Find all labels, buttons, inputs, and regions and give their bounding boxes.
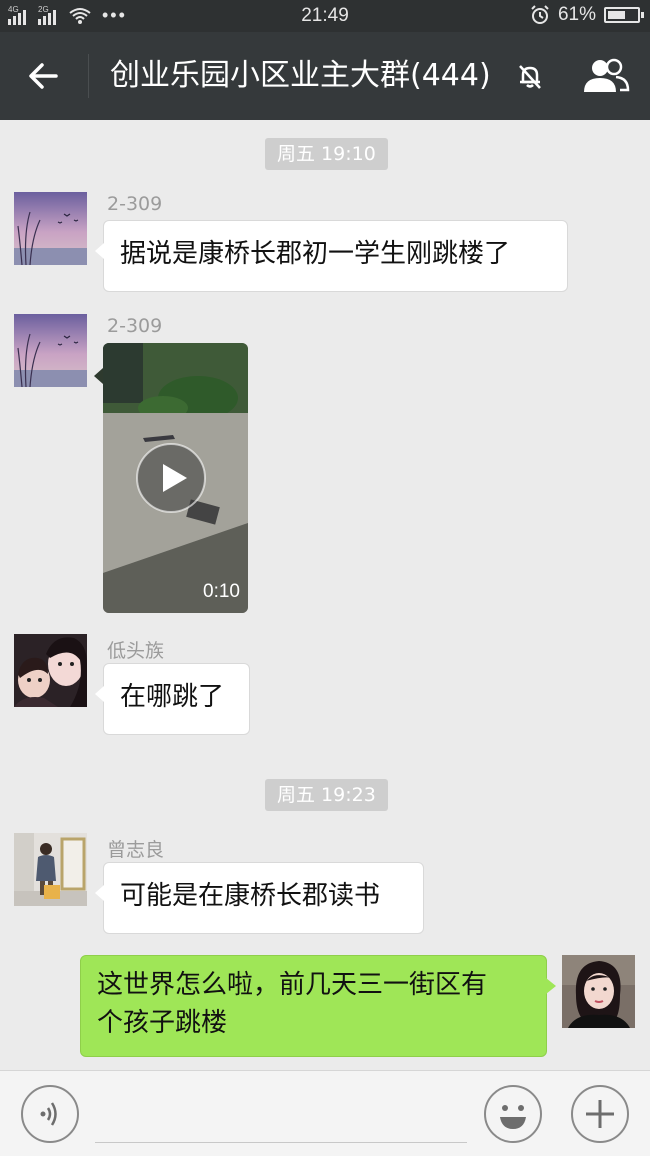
alarm-icon — [531, 5, 549, 24]
sender-name: 低头族 — [107, 640, 165, 662]
emoji-icon — [500, 1105, 526, 1129]
sender-name: 曾志良 — [107, 839, 165, 861]
voice-button[interactable] — [21, 1085, 79, 1143]
more-options-button[interactable] — [571, 1085, 629, 1143]
video-bubble-tail — [94, 368, 103, 384]
message-text: 在哪跳了 — [120, 682, 225, 712]
mute-bell-icon — [519, 65, 541, 89]
chat-header: 创业乐园小区业主大群(444) — [0, 32, 650, 120]
input-bar — [0, 1070, 650, 1156]
battery-percent: 61% — [557, 4, 596, 25]
sender-name: 2-309 — [107, 315, 163, 337]
message-bubble[interactable]: 可能是在康桥长郡读书 — [95, 862, 424, 934]
my-avatar[interactable] — [562, 955, 635, 1028]
avatar[interactable] — [14, 192, 87, 265]
message-text: 据说是康桥长郡初一学生刚跳楼了 — [120, 239, 511, 269]
sender-name: 2-309 — [107, 193, 163, 215]
plus-icon — [586, 1100, 614, 1128]
avatar[interactable] — [14, 833, 87, 906]
message-input[interactable] — [95, 1091, 467, 1143]
emoji-button[interactable] — [484, 1085, 542, 1143]
message-bubble[interactable]: 在哪跳了 — [95, 663, 250, 735]
message-text: 可能是在康桥长郡读书 — [120, 881, 381, 911]
message-text-line-2: 个孩子跳楼 — [97, 1008, 228, 1038]
message-text-line-1: 这世界怎么啦，前几天三一街区有 — [97, 970, 488, 1000]
group-members-icon[interactable] — [580, 54, 632, 98]
my-message-bubble[interactable]: 这世界怎么啦，前几天三一街区有 个孩子跳楼 — [80, 955, 556, 1057]
battery-icon — [604, 7, 644, 23]
back-arrow-icon[interactable] — [22, 54, 66, 98]
video-duration: 0:10 — [203, 581, 240, 602]
header-divider — [88, 54, 89, 98]
chat-title: 创业乐园小区业主大群(444) — [110, 58, 491, 93]
play-icon[interactable] — [136, 443, 206, 513]
avatar[interactable] — [14, 314, 87, 387]
timestamp-divider: 周五 19:23 — [265, 779, 388, 811]
message-bubble[interactable]: 据说是康桥长郡初一学生刚跳楼了 — [95, 220, 568, 292]
timestamp-divider: 周五 19:10 — [265, 138, 388, 170]
battery-fill — [608, 11, 625, 19]
video-message[interactable]: 0:10 — [103, 343, 248, 613]
voice-icon — [40, 1102, 57, 1126]
status-bar: 4G 2G ••• 21:49 61% — [0, 0, 650, 32]
status-right: 61% — [530, 4, 644, 26]
avatar[interactable] — [14, 634, 87, 707]
